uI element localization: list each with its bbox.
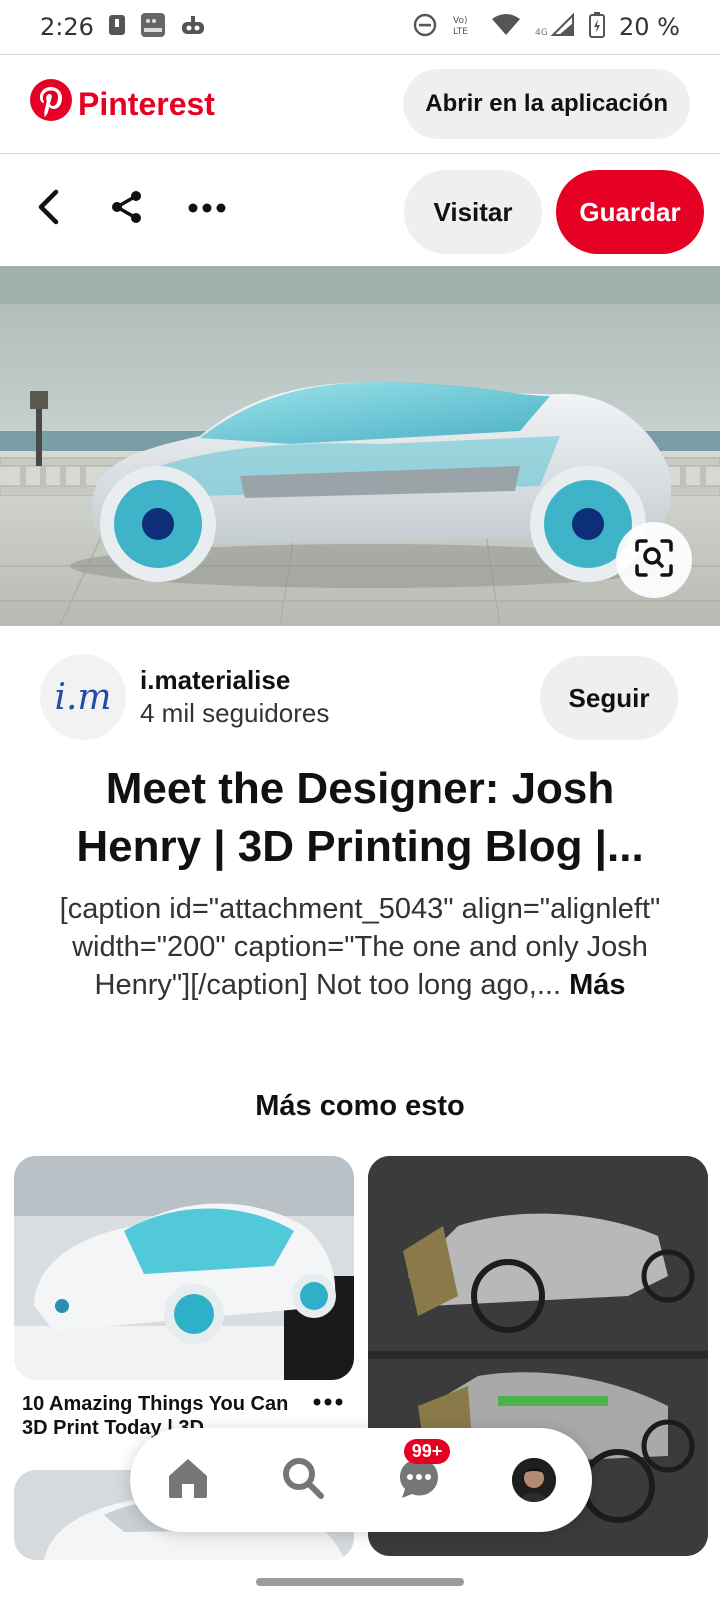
nav-search[interactable] [268, 1445, 338, 1515]
pin-title: Meet the Designer: Josh Henry | 3D Print… [76, 764, 644, 871]
visual-search-button[interactable] [616, 522, 692, 598]
open-in-app-button[interactable]: Abrir en la aplicación [403, 69, 690, 139]
app-notification-icon [140, 12, 166, 42]
concept-car-illustration [0, 266, 720, 626]
read-more-link[interactable]: Más [569, 969, 625, 1001]
chevron-left-icon [34, 189, 64, 230]
home-icon [166, 1456, 210, 1505]
back-button[interactable] [14, 174, 84, 244]
creator-info[interactable]: i.materialise 4 mil seguidores [140, 665, 329, 729]
pinterest-icon [30, 79, 72, 129]
robot-icon [180, 14, 206, 40]
gesture-navigation-bar[interactable] [256, 1578, 464, 1586]
save-button[interactable]: Guardar [556, 170, 704, 254]
app-header: Pinterest Abrir en la aplicación [0, 54, 720, 154]
pinterest-logo[interactable]: Pinterest [30, 79, 215, 129]
nav-profile[interactable] [499, 1445, 569, 1515]
related-pin-image [14, 1156, 354, 1380]
pin-action-bar: Visitar Guardar [0, 154, 720, 264]
creator-name: i.materialise [140, 665, 291, 695]
do-not-disturb-icon [413, 13, 437, 41]
notification-icon [108, 14, 126, 40]
avatar [512, 1458, 557, 1502]
creator-row: i.m i.materialise 4 mil seguidores Segui… [40, 654, 680, 740]
follow-button[interactable]: Seguir [540, 656, 678, 740]
signal-icon: 4G [535, 12, 575, 41]
nav-home[interactable] [153, 1445, 223, 1515]
battery-level: 20 % [619, 13, 680, 41]
volte-icon: Vo) LTE [451, 13, 477, 41]
network-type: 4G [535, 28, 548, 37]
share-icon [109, 189, 145, 230]
more-options-button[interactable] [172, 174, 242, 244]
related-pin-options-button[interactable] [310, 1390, 346, 1414]
bottom-navigation: 99+ [130, 1428, 592, 1532]
pin-description: [caption id="attachment_5043" align="ali… [40, 890, 680, 1004]
svg-text:LTE: LTE [453, 27, 468, 37]
ellipsis-icon [313, 1393, 343, 1411]
related-pin-card[interactable] [14, 1156, 354, 1380]
battery-icon [589, 12, 606, 42]
visit-button[interactable]: Visitar [404, 170, 542, 254]
creator-followers: 4 mil seguidores [140, 698, 330, 728]
pin-image[interactable] [0, 266, 720, 626]
more-like-this-heading: Más como esto [255, 1090, 465, 1122]
brand-name: Pinterest [78, 85, 215, 122]
visual-search-icon [634, 538, 674, 583]
creator-avatar[interactable]: i.m [40, 654, 126, 740]
search-icon [281, 1456, 325, 1505]
ellipsis-icon [188, 200, 226, 218]
share-button[interactable] [92, 174, 162, 244]
status-bar: 2:26 Vo) LTE 4G 20 % [0, 0, 720, 54]
wifi-icon [491, 13, 521, 41]
notification-badge: 99+ [403, 1439, 451, 1464]
status-time: 2:26 [40, 13, 94, 41]
svg-text:Vo): Vo) [453, 16, 467, 26]
nav-messages[interactable]: 99+ [384, 1439, 454, 1515]
